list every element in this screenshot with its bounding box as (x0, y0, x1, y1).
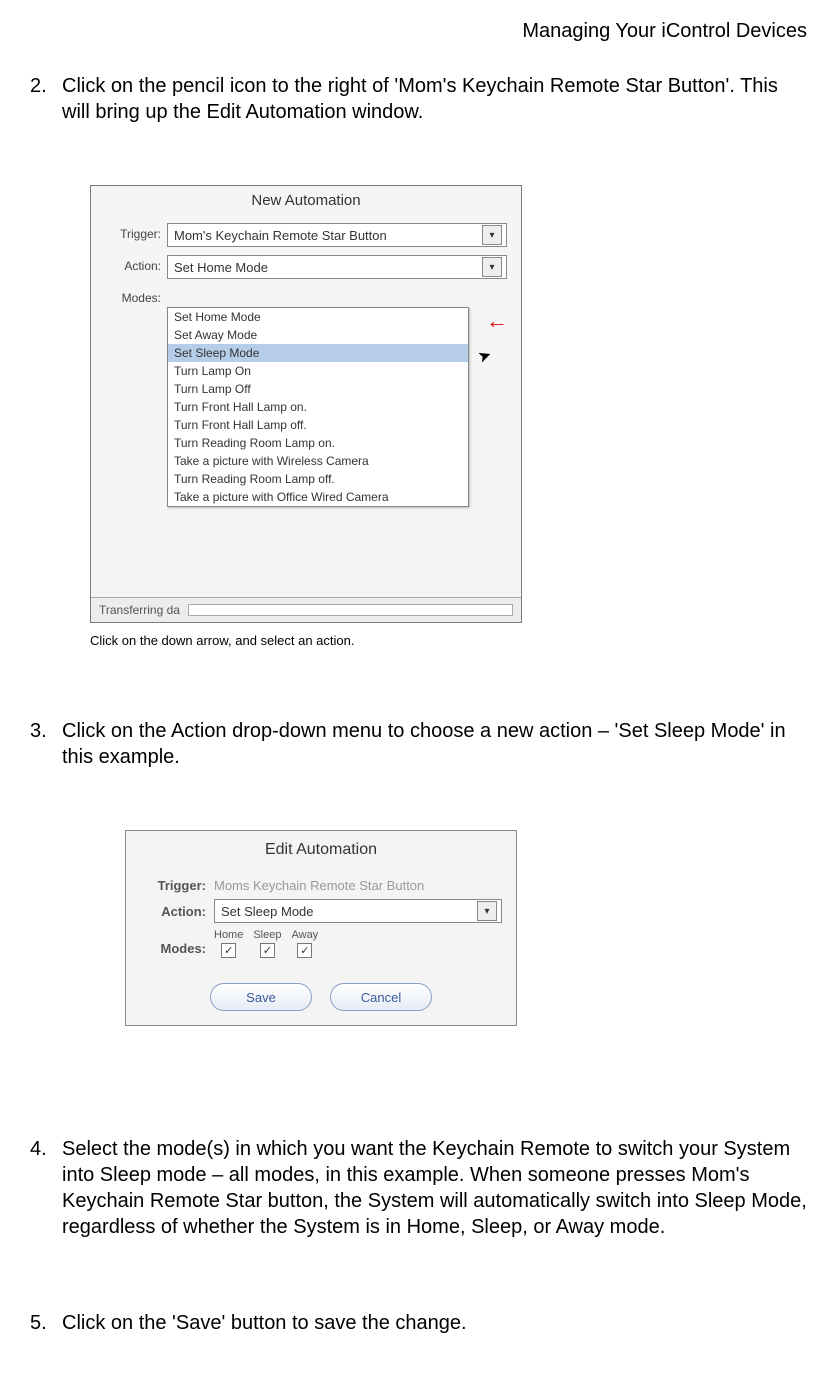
cursor-icon: ➤ (475, 344, 494, 367)
action-option[interactable]: Set Home Mode (168, 308, 468, 326)
step-3: 3. Click on the Action drop-down menu to… (30, 718, 807, 770)
action-dropdown[interactable]: Set Home Mode ▾ (167, 255, 507, 279)
action-value: Set Home Mode (174, 260, 268, 275)
step-5-number: 5. (30, 1310, 62, 1336)
action-option[interactable]: Take a picture with Wireless Camera (168, 452, 468, 470)
chevron-down-icon[interactable]: ▾ (477, 901, 497, 921)
chevron-down-icon[interactable]: ▾ (482, 225, 502, 245)
edit-modes-label: Modes: (140, 929, 214, 956)
action-option[interactable]: Turn Lamp On (168, 362, 468, 380)
progress-track (188, 604, 513, 616)
new-automation-title: New Automation (91, 186, 521, 219)
callout-arrow-icon: ← (486, 308, 508, 334)
step-2-number: 2. (30, 73, 62, 125)
mode-sleep: Sleep ✓ (253, 929, 281, 958)
step-4-text: Select the mode(s) in which you want the… (62, 1136, 807, 1240)
mode-label: Away (291, 929, 318, 941)
action-option[interactable]: Turn Front Hall Lamp off. (168, 416, 468, 434)
step-4: 4. Select the mode(s) in which you want … (30, 1136, 807, 1240)
edit-action-value: Set Sleep Mode (221, 904, 314, 919)
action-option[interactable]: Turn Lamp Off (168, 380, 468, 398)
edit-action-dropdown[interactable]: Set Sleep Mode ▾ (214, 899, 502, 923)
chevron-down-icon[interactable]: ▾ (482, 257, 502, 277)
action-option[interactable]: Turn Reading Room Lamp off. (168, 470, 468, 488)
save-button[interactable]: Save (210, 983, 312, 1011)
transfer-text: Transferring da (99, 603, 180, 617)
modes-row: Modes: (91, 287, 521, 305)
trigger-label: Trigger: (105, 223, 167, 241)
mode-checkbox[interactable]: ✓ (221, 943, 236, 958)
edit-trigger-label: Trigger: (140, 878, 214, 893)
figure-new-automation: New Automation Trigger: Mom's Keychain R… (90, 185, 807, 623)
mode-away: Away ✓ (291, 929, 318, 958)
step-3-number: 3. (30, 718, 62, 770)
action-option[interactable]: Turn Front Hall Lamp on. (168, 398, 468, 416)
edit-automation-panel: Edit Automation Trigger: Moms Keychain R… (125, 830, 517, 1026)
action-option[interactable]: Turn Reading Room Lamp on. (168, 434, 468, 452)
mode-label: Home (214, 929, 243, 941)
edit-modes-row: Modes: Home ✓ Sleep ✓ Away ✓ (126, 926, 516, 961)
step-5-text: Click on the 'Save' button to save the c… (62, 1310, 807, 1336)
trigger-value: Mom's Keychain Remote Star Button (174, 228, 387, 243)
edit-trigger-value: Moms Keychain Remote Star Button (214, 878, 424, 893)
action-option[interactable]: Take a picture with Office Wired Camera (168, 488, 468, 506)
edit-action-row: Action: Set Sleep Mode ▾ (126, 896, 516, 926)
mode-checkbox[interactable]: ✓ (260, 943, 275, 958)
modes-label: Modes: (105, 287, 167, 305)
cancel-button[interactable]: Cancel (330, 983, 432, 1011)
action-option[interactable]: Set Away Mode (168, 326, 468, 344)
mode-label: Sleep (253, 929, 281, 941)
figure-1-caption: Click on the down arrow, and select an a… (90, 633, 807, 648)
new-automation-panel: New Automation Trigger: Mom's Keychain R… (90, 185, 522, 623)
step-3-text: Click on the Action drop-down menu to ch… (62, 718, 807, 770)
mode-checkbox[interactable]: ✓ (297, 943, 312, 958)
modes-group: Home ✓ Sleep ✓ Away ✓ (214, 929, 318, 958)
step-2-text: Click on the pencil icon to the right of… (62, 73, 807, 125)
page-header: Managing Your iControl Devices (30, 20, 807, 43)
trigger-dropdown[interactable]: Mom's Keychain Remote Star Button ▾ (167, 223, 507, 247)
edit-trigger-row: Trigger: Moms Keychain Remote Star Butto… (126, 875, 516, 896)
action-row: Action: Set Home Mode ▾ (91, 255, 521, 279)
step-4-number: 4. (30, 1136, 62, 1240)
action-option[interactable]: Set Sleep Mode (168, 344, 468, 362)
edit-automation-title: Edit Automation (126, 831, 516, 875)
edit-action-label: Action: (140, 904, 214, 919)
mode-home: Home ✓ (214, 929, 243, 958)
action-label: Action: (105, 255, 167, 273)
step-2: 2. Click on the pencil icon to the right… (30, 73, 807, 125)
step-5: 5. Click on the 'Save' button to save th… (30, 1310, 807, 1336)
button-row: Save Cancel (126, 983, 516, 1011)
action-dropdown-list[interactable]: ➤ Set Home ModeSet Away ModeSet Sleep Mo… (167, 307, 469, 507)
trigger-row: Trigger: Mom's Keychain Remote Star Butt… (91, 223, 521, 247)
status-bar: Transferring da (91, 597, 521, 622)
